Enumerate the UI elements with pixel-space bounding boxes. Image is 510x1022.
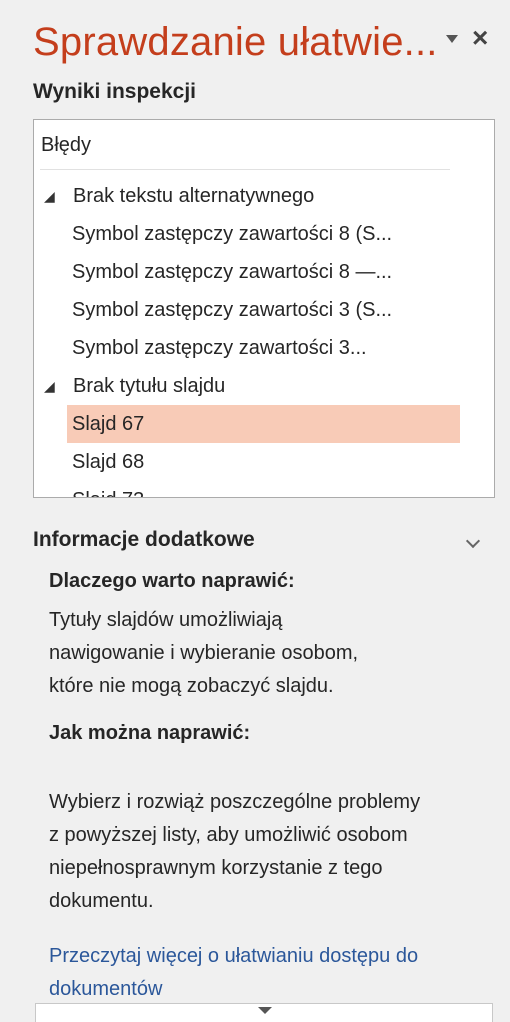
list-item[interactable]: Symbol zastępczy zawartości 3 (S... [67, 291, 460, 329]
link-line: dokumentów [49, 978, 163, 1000]
how-fix-heading: Jak można naprawić: [49, 722, 251, 744]
expand-caret-icon[interactable]: ◢ [44, 367, 55, 405]
text-line: które nie mogą zobaczyć slajdu. [49, 675, 334, 697]
list-item[interactable]: Symbol zastępczy zawartości 3... [67, 329, 460, 367]
list-item[interactable]: Symbol zastępczy zawartości 8 —... [67, 253, 460, 291]
text-line: Tytuły slajdów umożliwiają [49, 609, 283, 631]
how-fix-text: Wybierz i rozwiąż poszczególne problemy … [49, 786, 420, 918]
category-missing-alt-text[interactable]: ◢ Brak tekstu alternatywnego [34, 177, 464, 215]
scroll-down-button[interactable] [35, 1003, 493, 1022]
expand-caret-icon[interactable]: ◢ [44, 177, 55, 215]
group-divider [40, 169, 450, 170]
additional-info-heading: Informacje dodatkowe [33, 528, 255, 551]
inspection-results-heading: Wyniki inspekcji [33, 80, 197, 103]
text-line: nawigowanie i wybieranie osobom, [49, 642, 359, 664]
text-line: niepełnosprawnym korzystanie z tego [49, 857, 383, 879]
list-item-label: Symbol zastępczy zawartości 8 (S... [72, 223, 393, 245]
pane-title: Sprawdzanie ułatwie... [33, 20, 438, 64]
text-line: Wybierz i rozwiąż poszczególne problemy [49, 791, 421, 813]
list-item-label: Slajd 67 [72, 413, 145, 435]
accessibility-checker-pane: Sprawdzanie ułatwie... × Wyniki inspekcj… [0, 0, 510, 1022]
list-item[interactable]: Symbol zastępczy zawartości 8 (S... [67, 215, 460, 253]
why-fix-heading: Dlaczego warto naprawić: [49, 570, 295, 592]
inspection-results-list[interactable]: Błędy ◢ Brak tekstu alternatywnego Symbo… [33, 119, 495, 498]
chevron-down-icon[interactable] [465, 533, 481, 549]
list-item-label: Slajd 73 [72, 481, 144, 497]
category-label: Brak tytułu slajdu [73, 375, 226, 397]
pane-options-dropdown-icon[interactable] [446, 35, 458, 43]
text-line: dokumentu. [49, 890, 154, 912]
errors-group-label: Błędy [41, 134, 92, 156]
scroll-down-icon [258, 1007, 272, 1014]
why-fix-text: Tytuły slajdów umożliwiają nawigowanie i… [49, 604, 358, 703]
list-item-label: Slajd 68 [72, 451, 145, 473]
close-icon[interactable]: × [472, 24, 488, 52]
pane-controls: × [446, 24, 502, 58]
list-item[interactable]: Slajd 68 [67, 443, 460, 481]
category-missing-slide-title[interactable]: ◢ Brak tytułu slajdu [34, 367, 464, 405]
list-item-selected[interactable]: Slajd 67 [67, 405, 460, 443]
list-item-label: Symbol zastępczy zawartości 3 (S... [72, 299, 393, 321]
link-line: Przeczytaj więcej o ułatwianiu dostępu d… [49, 945, 419, 967]
list-item-label: Symbol zastępczy zawartości 8 —... [72, 261, 393, 283]
list-item[interactable]: Slajd 73 [67, 481, 460, 497]
category-label: Brak tekstu alternatywnego [73, 185, 315, 207]
list-item-label: Symbol zastępczy zawartości 3... [72, 337, 367, 359]
read-more-link[interactable]: Przeczytaj więcej o ułatwianiu dostępu d… [49, 940, 499, 1006]
text-line: z powyższej listy, aby umożliwić osobom [49, 824, 408, 846]
